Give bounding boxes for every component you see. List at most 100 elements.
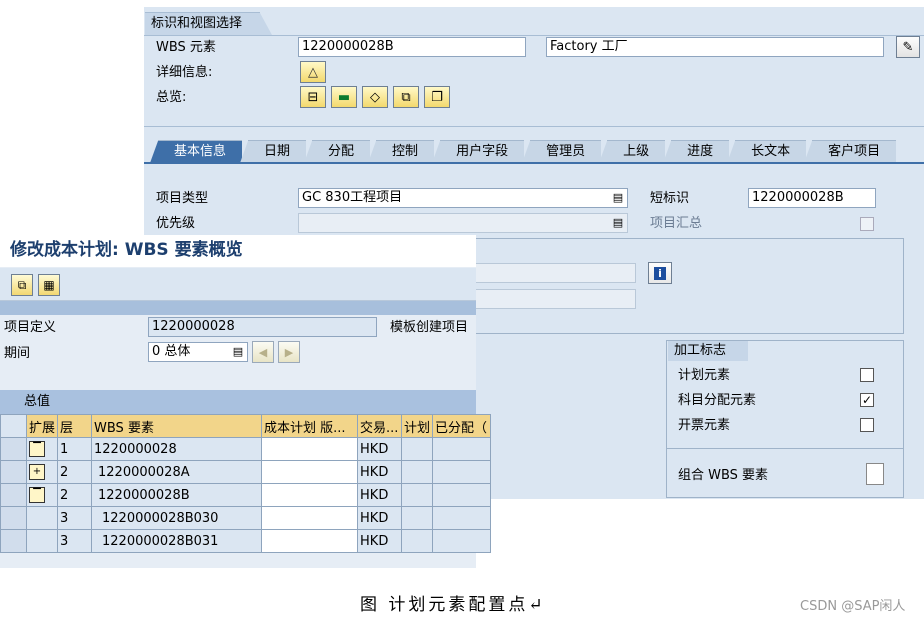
wbs-bar-button[interactable]: ▬: [331, 86, 357, 108]
info-button[interactable]: i: [648, 262, 672, 284]
tab-customer-project[interactable]: 客户项目: [804, 140, 897, 163]
section-divider: [144, 35, 924, 36]
application-toolbar: [0, 268, 476, 301]
level-cell: 2: [57, 460, 93, 484]
planning-element-checkbox[interactable]: [860, 368, 874, 382]
priority-input[interactable]: [298, 213, 628, 233]
wbs-description-input[interactable]: Factory 工厂: [546, 37, 884, 57]
project-type-label: 项目类型: [156, 191, 209, 206]
dropdown-icon[interactable]: ▤: [610, 215, 626, 231]
currency-cell: HKD: [357, 529, 403, 553]
tab-long-text[interactable]: 长文本: [727, 140, 807, 163]
figure-caption: 图 计划元素配置点↵: [360, 595, 546, 615]
warning-triangle-icon: △: [308, 64, 318, 80]
edit-button[interactable]: ✎: [896, 36, 920, 58]
copy-icon: ❐: [431, 89, 443, 105]
table-row[interactable]: ▔ 1 1220000028 HKD: [0, 437, 492, 461]
row-selector[interactable]: [0, 506, 27, 530]
tab-administrator[interactable]: 管理员: [522, 140, 602, 163]
project-def-label: 项目定义: [4, 320, 57, 335]
col-expand[interactable]: 扩展: [25, 414, 59, 438]
project-def-input[interactable]: 1220000028: [148, 317, 377, 337]
bar-icon: ▬: [337, 89, 351, 105]
flag-label-planning: 计划元素: [678, 368, 731, 383]
short-id-input[interactable]: 1220000028B: [748, 188, 876, 208]
row-selector[interactable]: [0, 437, 27, 461]
row-selector[interactable]: [0, 529, 27, 553]
template-label: 模板创建项目: [390, 320, 469, 335]
pencil-icon: ✎: [902, 39, 914, 55]
next-period-button[interactable]: ▶: [278, 341, 300, 363]
acct-assignment-checkbox[interactable]: ✓: [860, 393, 874, 407]
previous-period-button[interactable]: ◀: [252, 341, 274, 363]
plan-cell: [401, 460, 434, 484]
wbs-element-input[interactable]: 1220000028B: [298, 37, 526, 57]
project-type-value: GC 830工程项目: [302, 190, 403, 205]
tab-control[interactable]: 控制: [368, 140, 435, 163]
tab-user-fields[interactable]: 用户字段: [432, 140, 525, 163]
col-plan[interactable]: 计划: [401, 414, 434, 438]
flag-label-billing: 开票元素: [678, 418, 731, 433]
milestone-button[interactable]: ◇: [362, 86, 388, 108]
cost-plan-cell[interactable]: [261, 529, 359, 553]
dropdown-icon[interactable]: ▤: [230, 344, 246, 360]
expand-cell[interactable]: ▔: [25, 437, 59, 461]
allocated-cell: [432, 460, 492, 484]
allocated-cell: [432, 506, 492, 530]
process-flags-title: 加工标志: [668, 341, 749, 361]
detail-label: 详细信息:: [156, 65, 213, 80]
expand-icon[interactable]: +: [29, 464, 45, 480]
col-level[interactable]: 层: [57, 414, 93, 438]
tab-progress[interactable]: 进度: [663, 140, 730, 163]
currency-cell: HKD: [357, 437, 403, 461]
hierarchy-button[interactable]: ⊟: [300, 86, 326, 108]
currency-cell: HKD: [357, 506, 403, 530]
table-header-row: 扩展 层 WBS 要素 成本计划 版... 交易... 计划 已分配（: [0, 414, 492, 438]
table-row[interactable]: ▔ 2 1220000028B HKD: [0, 483, 492, 507]
col-wbs[interactable]: WBS 要素: [91, 414, 263, 438]
table-row[interactable]: 3 1220000028B030 HKD: [0, 506, 492, 530]
col-cost-plan[interactable]: 成本计划 版...: [261, 414, 359, 438]
table-row[interactable]: 3 1220000028B031 HKD: [0, 529, 492, 553]
calculator-button[interactable]: ▦: [38, 274, 60, 296]
table-row[interactable]: + 2 1220000028A HKD: [0, 460, 492, 484]
project-summary-checkbox[interactable]: [860, 217, 874, 231]
cost-plan-cell[interactable]: [261, 460, 359, 484]
period-value: 0 总体: [152, 344, 191, 359]
row-selector[interactable]: [0, 483, 27, 507]
level-cell: 3: [57, 529, 93, 553]
grouping-wbs-checkbox[interactable]: [866, 463, 884, 485]
dropdown-icon[interactable]: ▤: [610, 190, 626, 206]
applicant-input[interactable]: [474, 289, 636, 309]
cost-plan-cell[interactable]: [261, 483, 359, 507]
cost-plan-cell[interactable]: [261, 437, 359, 461]
detail-warning-button[interactable]: △: [300, 61, 326, 83]
row-selector[interactable]: [0, 460, 27, 484]
project-type-input[interactable]: GC 830工程项目: [298, 188, 628, 208]
window-title: 修改成本计划: WBS 要素概览: [0, 235, 476, 267]
tab-superior[interactable]: 上级: [599, 140, 666, 163]
col-transaction[interactable]: 交易...: [357, 414, 403, 438]
section-title: 标识和视图选择: [145, 12, 273, 35]
tab-basic-info[interactable]: 基本信息: [149, 140, 243, 163]
network-button[interactable]: ⧉: [393, 86, 419, 108]
billing-element-checkbox[interactable]: [860, 418, 874, 432]
collapse-icon[interactable]: ▔: [29, 441, 45, 457]
expand-cell[interactable]: +: [25, 460, 59, 484]
hierarchy-toggle-button[interactable]: ⧉: [11, 274, 33, 296]
flags-divider: [666, 448, 904, 449]
responsible-input[interactable]: [474, 263, 636, 283]
arrow-left-icon: ◀: [258, 345, 268, 359]
hierarchy-icon: ⊟: [307, 89, 319, 105]
priority-label: 优先级: [156, 216, 196, 231]
level-cell: 2: [57, 483, 93, 507]
expand-cell[interactable]: ▔: [25, 483, 59, 507]
tab-assignments[interactable]: 分配: [304, 140, 371, 163]
tab-dates[interactable]: 日期: [240, 140, 307, 163]
row-selector-header[interactable]: [0, 414, 27, 438]
collapse-icon[interactable]: ▔: [29, 487, 45, 503]
col-allocated[interactable]: 已分配（: [432, 414, 492, 438]
cost-plan-cell[interactable]: [261, 506, 359, 530]
copy-button[interactable]: ❐: [424, 86, 450, 108]
expand-cell: [25, 529, 59, 553]
